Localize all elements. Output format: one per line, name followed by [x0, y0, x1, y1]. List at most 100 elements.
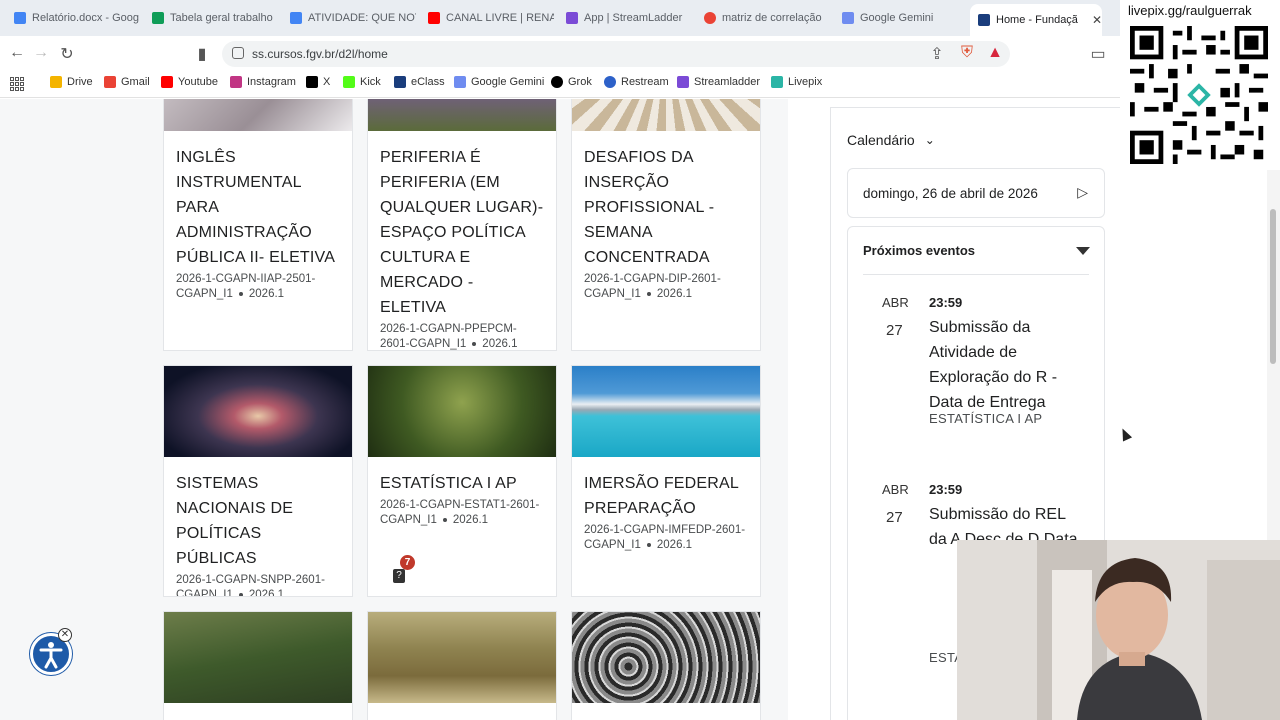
bookmark-restream[interactable]: Restream: [604, 76, 669, 88]
bookmark-x[interactable]: X: [306, 76, 330, 88]
address-bar[interactable]: ss.cursos.fgv.br/d2l/home: [222, 41, 1010, 67]
course-card[interactable]: DESAFIOS DA INSERÇÃO PROFISSIONAL - SEMA…: [571, 99, 761, 351]
event-time: 23:59: [929, 295, 963, 310]
bookmark-icon[interactable]: ▮: [193, 44, 211, 64]
event-course: ESTATÍSTICA I AP: [929, 411, 1043, 426]
mouse-cursor-icon: [1117, 426, 1133, 442]
restream-icon: [604, 76, 616, 88]
streamladder-icon: [677, 76, 689, 88]
gemini-icon: [842, 12, 854, 24]
calendar-date: domingo, 26 de abril de 2026: [863, 185, 1038, 201]
fgv-icon: [978, 14, 990, 26]
bookmark-grok[interactable]: Grok: [551, 76, 592, 88]
close-accessibility-icon[interactable]: ✕: [58, 628, 72, 642]
tab-tabela[interactable]: Tabela geral trabalho: [144, 4, 278, 32]
bookmarks-bar: Drive Gmail Youtube Instagram X Kick eCl…: [0, 70, 1120, 98]
next-day-icon[interactable]: ▷: [1077, 184, 1088, 201]
course-title[interactable]: ESTATÍSTICA I AP: [368, 471, 556, 496]
course-code: 2026-1-CGAPN-SNPP-2601-CGAPN_I1 2026.1: [176, 574, 325, 597]
event-name[interactable]: Submissão da Atividade de Exploração do …: [929, 315, 1079, 415]
page-content: INGLÊS INSTRUMENTAL PARA ADMINISTRAÇÃO P…: [0, 99, 1120, 720]
calendar-heading[interactable]: Calendário ⌄: [847, 132, 935, 148]
bookmark-drive[interactable]: Drive: [50, 76, 93, 88]
tab-strip: Relatório.docx - Goog Tabela geral traba…: [0, 0, 1280, 36]
course-image: [572, 366, 760, 457]
tab-gemini[interactable]: Google Gemini: [834, 4, 968, 32]
course-image: [368, 366, 556, 457]
course-card[interactable]: SISTEMAS NACIONAIS DE POLÍTICAS PÚBLICAS…: [163, 365, 353, 597]
webcam-overlay: [957, 540, 1280, 720]
livepix-label: livepix.gg/raulguerrak: [1128, 3, 1252, 18]
grok-icon: [551, 76, 563, 88]
chevron-down-icon: ⌄: [924, 133, 935, 147]
instagram-icon: [230, 76, 242, 88]
brave-rewards-icon[interactable]: ▲: [986, 44, 1004, 62]
course-image: [368, 612, 556, 703]
livepix-icon: [771, 76, 783, 88]
youtube-icon: [428, 12, 440, 24]
course-title[interactable]: DESAFIOS DA INSERÇÃO PROFISSIONAL - SEMA…: [572, 145, 760, 270]
bookmark-gemini[interactable]: Google Gemini: [454, 76, 544, 88]
course-image: [368, 99, 556, 131]
collapse-caret-icon[interactable]: [1076, 247, 1090, 255]
course-code: 2026-1-CGAPN-IMFEDP-2601-CGAPN_I1 2026.1: [584, 524, 746, 551]
course-card[interactable]: ESTATÍSTICA I AP 2026-1-CGAPN-ESTAT1-260…: [367, 365, 557, 597]
course-title[interactable]: SISTEMAS NACIONAIS DE POLÍTICAS PÚBLICAS: [164, 471, 352, 571]
bookmark-youtube[interactable]: Youtube: [161, 76, 218, 88]
course-card[interactable]: [571, 611, 761, 720]
event-month: ABR: [882, 482, 909, 497]
bookmark-streamladder[interactable]: Streamladder: [677, 76, 760, 88]
forward-icon[interactable]: →: [32, 44, 50, 62]
course-card[interactable]: INGLÊS INSTRUMENTAL PARA ADMINISTRAÇÃO P…: [163, 99, 353, 351]
tab-canal-livre[interactable]: CANAL LIVRE | RENA: [420, 4, 554, 32]
gemini-icon: [454, 76, 466, 88]
course-title[interactable]: PERIFERIA É PERIFERIA (EM QUALQUER LUGAR…: [368, 145, 556, 320]
browser-toolbar: ← → ↻ ▮ ss.cursos.fgv.br/d2l/home ⇪ ⛨ ▲ …: [0, 36, 1280, 70]
url-text: ss.cursos.fgv.br/d2l/home: [252, 47, 388, 61]
course-image: [572, 612, 760, 703]
apps-grid-icon[interactable]: [10, 77, 24, 91]
course-card[interactable]: [367, 611, 557, 720]
reload-icon[interactable]: ↻: [58, 44, 76, 64]
tab-atividade[interactable]: ATIVIDADE: QUE NOT: [282, 4, 416, 32]
course-image: [164, 366, 352, 457]
bookmark-instagram[interactable]: Instagram: [230, 76, 296, 88]
notification-badge: 7: [400, 555, 415, 570]
event-item[interactable]: ABR 27 23:59 Submissão da Atividade de E…: [882, 295, 1092, 445]
youtube-icon: [161, 76, 173, 88]
course-code: 2026-1-CGAPN-PPEPCM-2601-CGAPN_I1 2026.1: [380, 323, 518, 350]
site-info-icon[interactable]: [232, 47, 244, 59]
close-tab-icon[interactable]: ✕: [1092, 13, 1102, 27]
quiz-icon[interactable]: ?: [393, 569, 405, 583]
sheets-icon: [152, 12, 164, 24]
bookmark-livepix[interactable]: Livepix: [771, 76, 822, 88]
sidebar-toggle-icon[interactable]: ▭: [1089, 44, 1107, 64]
tab-home-fundacao[interactable]: Home - Fundaçã ✕: [970, 4, 1102, 36]
course-image: [164, 612, 352, 703]
tab-relatorio[interactable]: Relatório.docx - Goog: [6, 4, 140, 32]
kick-icon: [343, 76, 355, 88]
qr-code-icon: [1130, 26, 1268, 164]
bookmark-eclass[interactable]: eClass: [394, 76, 445, 88]
course-code: 2026-1-CGAPN-ESTAT1-2601-CGAPN_I1 2026.1: [380, 499, 540, 526]
back-icon[interactable]: ←: [8, 44, 26, 62]
calendar-date-selector[interactable]: domingo, 26 de abril de 2026 ▷: [847, 168, 1105, 218]
webcam-person-image: [957, 540, 1280, 720]
course-title[interactable]: INGLÊS INSTRUMENTAL PARA ADMINISTRAÇÃO P…: [164, 145, 352, 270]
event-time: 23:59: [929, 482, 963, 497]
course-code: 2026-1-CGAPN-DIP-2601-CGAPN_I1 2026.1: [584, 273, 721, 300]
brave-shield-icon[interactable]: ⛨: [958, 44, 976, 62]
course-card[interactable]: IMERSÃO FEDERAL PREPARAÇÃO 2026-1-CGAPN-…: [571, 365, 761, 597]
share-icon[interactable]: ⇪: [928, 44, 946, 64]
bookmark-gmail[interactable]: Gmail: [104, 76, 150, 88]
streamladder-icon: [566, 12, 578, 24]
course-card[interactable]: PERIFERIA É PERIFERIA (EM QUALQUER LUGAR…: [367, 99, 557, 351]
course-card[interactable]: [163, 611, 353, 720]
event-day: 27: [886, 509, 903, 526]
scrollbar-thumb[interactable]: [1270, 209, 1276, 364]
livepix-overlay: livepix.gg/raulguerrak: [1120, 0, 1280, 170]
course-title[interactable]: IMERSÃO FEDERAL PREPARAÇÃO: [572, 471, 760, 521]
bookmark-kick[interactable]: Kick: [343, 76, 381, 88]
tab-matriz[interactable]: matriz de correlação: [696, 4, 830, 32]
tab-streamladder[interactable]: App | StreamLadder: [558, 4, 692, 32]
